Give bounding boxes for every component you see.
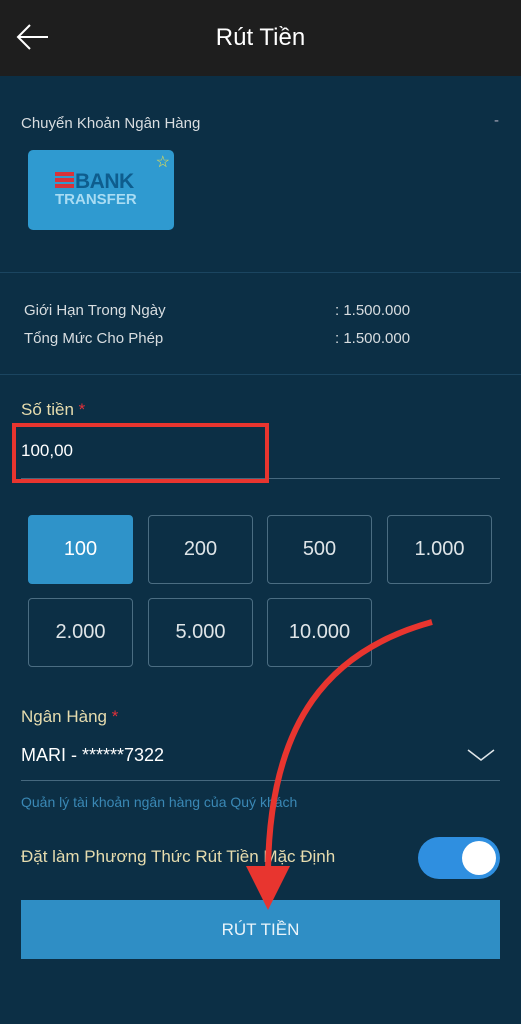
top-bar: Rút Tiền	[0, 0, 521, 76]
divider	[0, 374, 521, 375]
collapse-toggle[interactable]: -	[494, 112, 499, 129]
preset-200[interactable]: 200	[148, 515, 253, 584]
daily-limit-label: Giới Hạn Trong Ngày	[24, 302, 166, 319]
total-limit-value: : 1.500.000	[335, 330, 411, 347]
bank-transfer-card[interactable]: BANK TRANSFER ☆	[28, 150, 174, 230]
page-title: Rút Tiền	[215, 24, 306, 51]
bank-select[interactable]: MARI - ******7322	[21, 745, 164, 766]
preset-2000[interactable]: 2.000	[28, 598, 133, 667]
bank-underline	[21, 780, 500, 781]
daily-limit-value: : 1.500.000	[335, 302, 411, 319]
highlight-box	[12, 423, 269, 483]
total-limit-label: Tổng Mức Cho Phép	[24, 330, 164, 347]
method-label: Chuyển Khoản Ngân Hàng	[21, 115, 201, 132]
chevron-down-icon[interactable]	[467, 748, 495, 762]
card-subtitle: TRANSFER	[55, 191, 137, 208]
manage-accounts-link[interactable]: Quản lý tài khoản ngân hàng của Quý khác…	[21, 794, 297, 810]
preset-1000[interactable]: 1.000	[387, 515, 492, 584]
bank-label: Ngân Hàng *	[21, 707, 119, 726]
preset-5000[interactable]: 5.000	[148, 598, 253, 667]
default-method-label: Đặt làm Phương Thức Rút Tiền Mặc Định	[21, 847, 336, 866]
divider	[0, 272, 521, 273]
preset-500[interactable]: 500	[267, 515, 372, 584]
toggle-knob	[462, 841, 496, 875]
preset-10000[interactable]: 10.000	[267, 598, 372, 667]
amount-label: Số tiền *	[21, 400, 86, 419]
star-icon: ☆	[155, 154, 170, 171]
preset-100[interactable]: 100	[28, 515, 133, 584]
default-method-toggle[interactable]	[418, 837, 500, 879]
withdraw-button[interactable]: RÚT TIỀN	[21, 900, 500, 959]
